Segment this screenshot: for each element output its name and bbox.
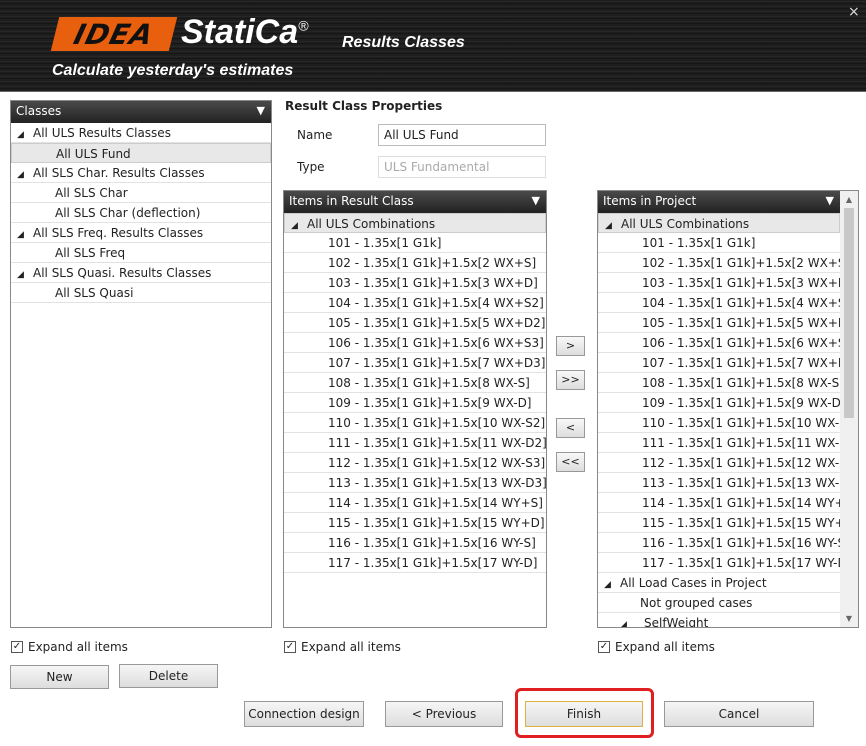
delete-button[interactable]: Delete — [119, 664, 218, 688]
combination-item[interactable]: 108 - 1.35x[1 G1k]+1.5x[8 WX-S] — [284, 373, 546, 393]
combination-item[interactable]: 102 - 1.35x[1 G1k]+1.5x[2 WX+S] — [284, 253, 546, 273]
combination-item[interactable]: 117 - 1.35x[1 G1k]+1.5x[17 WY-D] — [284, 553, 546, 573]
combination-item[interactable]: 101 - 1.35x[1 G1k] — [284, 233, 546, 253]
collapse-icon[interactable]: ◢ — [17, 225, 33, 245]
idea-logo: IDEA — [50, 17, 178, 51]
combination-item[interactable]: 107 - 1.35x[1 G1k]+1.5x[7 WX+D3] — [598, 353, 858, 373]
combination-item[interactable]: 109 - 1.35x[1 G1k]+1.5x[9 WX-D] — [598, 393, 846, 413]
group-row[interactable]: ◢ All ULS Combinations — [598, 213, 840, 233]
combination-item[interactable]: 109 - 1.35x[1 G1k]+1.5x[9 WX-D] — [284, 393, 546, 413]
filter-icon[interactable]: ▼ — [257, 104, 265, 117]
filter-icon[interactable]: ▼ — [826, 194, 834, 207]
scroll-thumb[interactable] — [844, 208, 854, 418]
combination-item[interactable]: 116 - 1.35x[1 G1k]+1.5x[16 WY-S] — [598, 533, 850, 553]
group-row[interactable]: ◢ All ULS Combinations — [284, 213, 546, 233]
name-label: Name — [297, 128, 333, 142]
class-group-label: All ULS Results Classes — [33, 126, 171, 140]
combination-item[interactable]: 113 - 1.35x[1 G1k]+1.5x[13 WX-D3] — [284, 473, 546, 493]
collapse-icon[interactable]: ◢ — [17, 125, 33, 145]
items-in-class-header: Items in Result Class ▼ — [284, 191, 546, 213]
combination-item[interactable]: 105 - 1.35x[1 G1k]+1.5x[5 WX+D2] — [598, 313, 858, 333]
collapse-icon[interactable]: ◢ — [17, 265, 33, 285]
type-field: ULS Fundamental — [378, 156, 546, 178]
filter-icon[interactable]: ▼ — [532, 194, 540, 207]
list-item[interactable]: ◢ SelfWeight — [598, 613, 840, 627]
combination-item[interactable]: 117 - 1.35x[1 G1k]+1.5x[17 WY-D] — [598, 553, 851, 573]
items-in-class-panel: Items in Result Class ▼ ◢ All ULS Combinat… — [283, 190, 547, 628]
previous-button[interactable]: < Previous — [385, 701, 503, 727]
class-group[interactable]: ◢ All SLS Char. Results Classes — [11, 163, 271, 183]
combination-item[interactable]: 101 - 1.35x[1 G1k] — [598, 233, 840, 253]
dialog-title: Results Classes — [342, 34, 465, 51]
class-group[interactable]: ◢ All ULS Results Classes — [11, 123, 271, 143]
scroll-down-icon[interactable]: ▼ — [840, 610, 858, 627]
remove-all-button[interactable]: << — [556, 452, 585, 472]
group-row[interactable]: ◢ All Load Cases in Project — [598, 573, 840, 593]
combination-item[interactable]: 103 - 1.35x[1 G1k]+1.5x[3 WX+D] — [598, 273, 852, 293]
connection-design-button[interactable]: Connection design — [244, 701, 364, 727]
items-in-project-panel: Items in Project ▼ ◢ All ULS Combinations … — [597, 190, 859, 628]
class-group[interactable]: ◢ All SLS Freq. Results Classes — [11, 223, 271, 243]
collapse-icon[interactable]: ◢ — [604, 575, 620, 595]
list-item[interactable]: Not grouped cases — [598, 593, 840, 613]
combination-item[interactable]: 106 - 1.35x[1 G1k]+1.5x[6 WX+S3] — [598, 333, 858, 353]
type-label: Type — [297, 160, 325, 174]
items-in-project-header: Items in Project ▼ — [598, 191, 840, 213]
combination-item[interactable]: 110 - 1.35x[1 G1k]+1.5x[10 WX-S2] — [284, 413, 546, 433]
combination-item[interactable]: 106 - 1.35x[1 G1k]+1.5x[6 WX+S3] — [284, 333, 546, 353]
add-button[interactable]: > — [556, 336, 585, 356]
class-group[interactable]: ◢ All SLS Quasi. Results Classes — [11, 263, 271, 283]
combination-item[interactable]: 108 - 1.35x[1 G1k]+1.5x[8 WX-S] — [598, 373, 844, 393]
class-group-label: All SLS Char. Results Classes — [33, 166, 205, 180]
name-field[interactable]: All ULS Fund — [378, 124, 546, 146]
scroll-up-icon[interactable]: ▲ — [840, 191, 858, 208]
class-item[interactable]: All SLS Char — [11, 183, 271, 203]
combination-item[interactable]: 103 - 1.35x[1 G1k]+1.5x[3 WX+D] — [284, 273, 546, 293]
header-banner: IDEA StatiCa® Results Classes Calculate … — [0, 0, 866, 92]
tagline: Calculate yesterday's estimates — [52, 62, 294, 79]
cancel-button[interactable]: Cancel — [664, 701, 814, 727]
classes-panel: Classes ▼ ◢ All ULS Results Classes All ULS… — [10, 100, 272, 628]
combination-item[interactable]: 115 - 1.35x[1 G1k]+1.5x[15 WY+D] — [598, 513, 858, 533]
class-item[interactable]: All SLS Quasi — [11, 283, 271, 303]
expand-all-classes-checkbox[interactable]: ✓ Expand all items — [11, 640, 128, 654]
combination-item[interactable]: 105 - 1.35x[1 G1k]+1.5x[5 WX+D2] — [284, 313, 546, 333]
class-group-label: All SLS Quasi. Results Classes — [33, 266, 212, 280]
collapse-icon[interactable]: ◢ — [605, 216, 621, 236]
combination-item[interactable]: 114 - 1.35x[1 G1k]+1.5x[14 WY+S] — [284, 493, 546, 513]
finish-button[interactable]: Finish — [525, 701, 643, 727]
combination-item[interactable]: 111 - 1.35x[1 G1k]+1.5x[11 WX-D2] — [598, 433, 858, 453]
expand-all-class-items-checkbox[interactable]: ✓ Expand all items — [284, 640, 401, 654]
expand-all-project-items-checkbox[interactable]: ✓ Expand all items — [598, 640, 715, 654]
combination-item[interactable]: 116 - 1.35x[1 G1k]+1.5x[16 WY-S] — [284, 533, 546, 553]
combination-item[interactable]: 104 - 1.35x[1 G1k]+1.5x[4 WX+S2] — [598, 293, 858, 313]
combination-item[interactable]: 111 - 1.35x[1 G1k]+1.5x[11 WX-D2] — [284, 433, 546, 453]
close-icon[interactable]: × — [848, 4, 860, 20]
combination-item[interactable]: 112 - 1.35x[1 G1k]+1.5x[12 WX-S3] — [598, 453, 858, 473]
class-item[interactable]: All ULS Fund — [11, 143, 271, 163]
class-item[interactable]: All SLS Char (deflection) — [11, 203, 271, 223]
add-all-button[interactable]: >> — [556, 370, 585, 390]
combination-item[interactable]: 107 - 1.35x[1 G1k]+1.5x[7 WX+D3] — [284, 353, 546, 373]
remove-button[interactable]: < — [556, 418, 585, 438]
collapse-icon[interactable]: ◢ — [291, 216, 307, 236]
scrollbar[interactable]: ▲ ▼ — [840, 191, 858, 627]
brand-name: StatiCa® — [181, 13, 309, 51]
collapse-icon[interactable]: ◢ — [17, 165, 33, 185]
properties-title: Result Class Properties — [285, 99, 443, 113]
combination-item[interactable]: 112 - 1.35x[1 G1k]+1.5x[12 WX-S3] — [284, 453, 546, 473]
new-button[interactable]: New — [10, 665, 109, 689]
combination-item[interactable]: 115 - 1.35x[1 G1k]+1.5x[15 WY+D] — [284, 513, 546, 533]
class-item[interactable]: All SLS Freq — [11, 243, 271, 263]
class-group-label: All SLS Freq. Results Classes — [33, 226, 204, 240]
combination-item[interactable]: 102 - 1.35x[1 G1k]+1.5x[2 WX+S] — [598, 253, 850, 273]
combination-item[interactable]: 110 - 1.35x[1 G1k]+1.5x[10 WX-S2] — [598, 413, 858, 433]
combination-item[interactable]: 113 - 1.35x[1 G1k]+1.5x[13 WX-D3] — [598, 473, 858, 493]
combination-item[interactable]: 104 - 1.35x[1 G1k]+1.5x[4 WX+S2] — [284, 293, 546, 313]
classes-header: Classes ▼ — [11, 101, 271, 123]
combination-item[interactable]: 114 - 1.35x[1 G1k]+1.5x[14 WY+S] — [598, 493, 857, 513]
